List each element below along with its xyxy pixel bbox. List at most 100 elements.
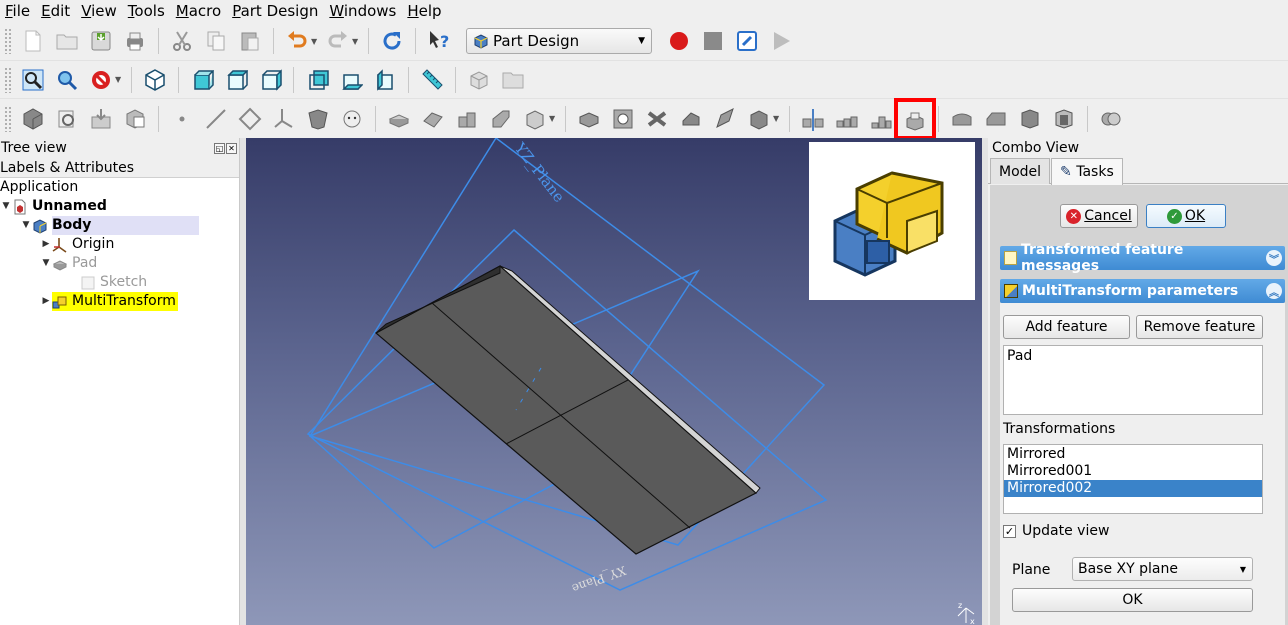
- shape-binder-button[interactable]: [303, 104, 333, 134]
- subtractive-primitive-dropdown-icon[interactable]: ▼: [773, 114, 781, 123]
- save-button[interactable]: [86, 26, 116, 56]
- cancel-button[interactable]: ✕ Cancel: [1060, 204, 1138, 228]
- right-view-button[interactable]: [255, 65, 285, 95]
- subtractive-loft-button[interactable]: [676, 104, 706, 134]
- fillet-button[interactable]: [947, 104, 977, 134]
- additive-primitive-button[interactable]: [520, 104, 550, 134]
- create-group-button[interactable]: [498, 65, 528, 95]
- toolbar-grip[interactable]: [4, 28, 12, 54]
- expand-arrow-icon[interactable]: ▼: [40, 254, 52, 273]
- boolean-button[interactable]: [1096, 104, 1126, 134]
- open-button[interactable]: [52, 26, 82, 56]
- features-list[interactable]: Pad: [1003, 345, 1263, 415]
- cut-button[interactable]: [167, 26, 197, 56]
- groove-button[interactable]: [642, 104, 672, 134]
- list-item[interactable]: Pad: [1004, 346, 1262, 364]
- undock-icon[interactable]: ◱: [214, 142, 225, 154]
- datum-plane-button[interactable]: [235, 104, 265, 134]
- paste-button[interactable]: [235, 26, 265, 56]
- additive-pipe-button[interactable]: [486, 104, 516, 134]
- print-button[interactable]: [120, 26, 150, 56]
- run-macro-button[interactable]: [766, 26, 796, 56]
- subtractive-primitive-button[interactable]: [744, 104, 774, 134]
- undo-dropdown-icon[interactable]: ▼: [311, 37, 319, 46]
- additive-loft-button[interactable]: [452, 104, 482, 134]
- create-part-button[interactable]: [464, 65, 494, 95]
- undo-button[interactable]: [282, 26, 312, 56]
- tree-column-header[interactable]: Labels & Attributes: [0, 158, 239, 178]
- draft-button[interactable]: [1015, 104, 1045, 134]
- menu-windows[interactable]: Windows: [324, 0, 402, 22]
- pad-button[interactable]: [384, 104, 414, 134]
- expand-arrow-icon[interactable]: ▼: [20, 216, 32, 235]
- additive-primitive-dropdown-icon[interactable]: ▼: [549, 114, 557, 123]
- stop-macro-button[interactable]: [698, 26, 728, 56]
- pocket-button[interactable]: [574, 104, 604, 134]
- whats-this-button[interactable]: ?: [424, 26, 454, 56]
- toolbar-grip[interactable]: [4, 105, 12, 132]
- fit-all-button[interactable]: [18, 65, 48, 95]
- ok-bottom-button[interactable]: OK: [1012, 588, 1253, 612]
- tree-item-pad[interactable]: ▼ Pad: [0, 254, 239, 273]
- mirrored-button[interactable]: [798, 104, 828, 134]
- tree-item-unnamed[interactable]: ▼ Unnamed: [0, 197, 239, 216]
- linear-pattern-button[interactable]: [832, 104, 862, 134]
- expand-arrow-icon[interactable]: ▶: [40, 292, 52, 311]
- top-view-button[interactable]: [221, 65, 251, 95]
- tab-model[interactable]: Model: [990, 158, 1051, 184]
- messages-section-header[interactable]: Transformed feature messages ︾: [1000, 242, 1285, 274]
- solid-top-face[interactable]: [374, 265, 758, 555]
- chamfer-button[interactable]: [981, 104, 1011, 134]
- create-body-button[interactable]: [18, 104, 48, 134]
- hole-button[interactable]: [608, 104, 638, 134]
- params-section-header[interactable]: MultiTransform parameters ︽: [1000, 279, 1285, 303]
- datum-line-button[interactable]: [201, 104, 231, 134]
- collapse-icon[interactable]: ︾: [1266, 250, 1282, 266]
- validate-sketch-button[interactable]: [86, 104, 116, 134]
- tree-item-multitransform[interactable]: ▶ MultiTransform: [0, 292, 239, 311]
- polar-pattern-button[interactable]: [866, 104, 896, 134]
- datum-point-button[interactable]: [167, 104, 197, 134]
- menu-part-design[interactable]: Part Design: [227, 0, 324, 22]
- expand-arrow-icon[interactable]: ▶: [40, 235, 52, 254]
- subtractive-pipe-button[interactable]: [710, 104, 740, 134]
- fit-selection-button[interactable]: [52, 65, 82, 95]
- menu-help[interactable]: Help: [402, 0, 447, 22]
- tree-item-sketch[interactable]: Sketch: [0, 273, 239, 292]
- ok-button[interactable]: ✓ OK: [1146, 204, 1226, 228]
- redo-button[interactable]: [323, 26, 353, 56]
- menu-view[interactable]: View: [76, 0, 123, 22]
- tree-item-application[interactable]: Application: [0, 178, 239, 197]
- revolution-button[interactable]: [418, 104, 448, 134]
- list-item[interactable]: Mirrored001: [1004, 463, 1262, 480]
- rear-view-button[interactable]: [302, 65, 332, 95]
- remove-feature-button[interactable]: Remove feature: [1136, 315, 1263, 339]
- tree-item-body[interactable]: ▼ Body: [0, 216, 239, 235]
- refresh-button[interactable]: [377, 26, 407, 56]
- left-view-button[interactable]: [370, 65, 400, 95]
- check-geometry-button[interactable]: [120, 104, 150, 134]
- draw-style-button[interactable]: [86, 65, 116, 95]
- list-item[interactable]: Mirrored002: [1004, 480, 1262, 497]
- workbench-selector[interactable]: Part Design ▼: [466, 28, 652, 54]
- transformations-list[interactable]: Mirrored Mirrored001 Mirrored002: [1003, 444, 1263, 514]
- bottom-view-button[interactable]: [336, 65, 366, 95]
- update-view-checkbox[interactable]: ✓ Update view: [1003, 523, 1109, 539]
- close-icon[interactable]: ✕: [226, 142, 237, 154]
- thickness-button[interactable]: [1049, 104, 1079, 134]
- tree-item-origin[interactable]: ▶ Origin: [0, 235, 239, 254]
- isometric-view-button[interactable]: [140, 65, 170, 95]
- draw-style-dropdown-icon[interactable]: ▼: [115, 75, 123, 84]
- menu-edit[interactable]: Edit: [36, 0, 76, 22]
- collapse-icon[interactable]: ︽: [1266, 283, 1282, 299]
- front-view-button[interactable]: [187, 65, 217, 95]
- menu-macro[interactable]: Macro: [171, 0, 227, 22]
- clone-button[interactable]: [337, 104, 367, 134]
- redo-dropdown-icon[interactable]: ▼: [352, 37, 360, 46]
- toolbar-grip[interactable]: [4, 66, 12, 93]
- multitransform-button[interactable]: [894, 97, 936, 140]
- list-item[interactable]: Mirrored: [1004, 446, 1262, 463]
- plane-select[interactable]: Base XY plane ▼: [1072, 557, 1253, 581]
- expand-arrow-icon[interactable]: ▼: [0, 197, 12, 216]
- copy-button[interactable]: [201, 26, 231, 56]
